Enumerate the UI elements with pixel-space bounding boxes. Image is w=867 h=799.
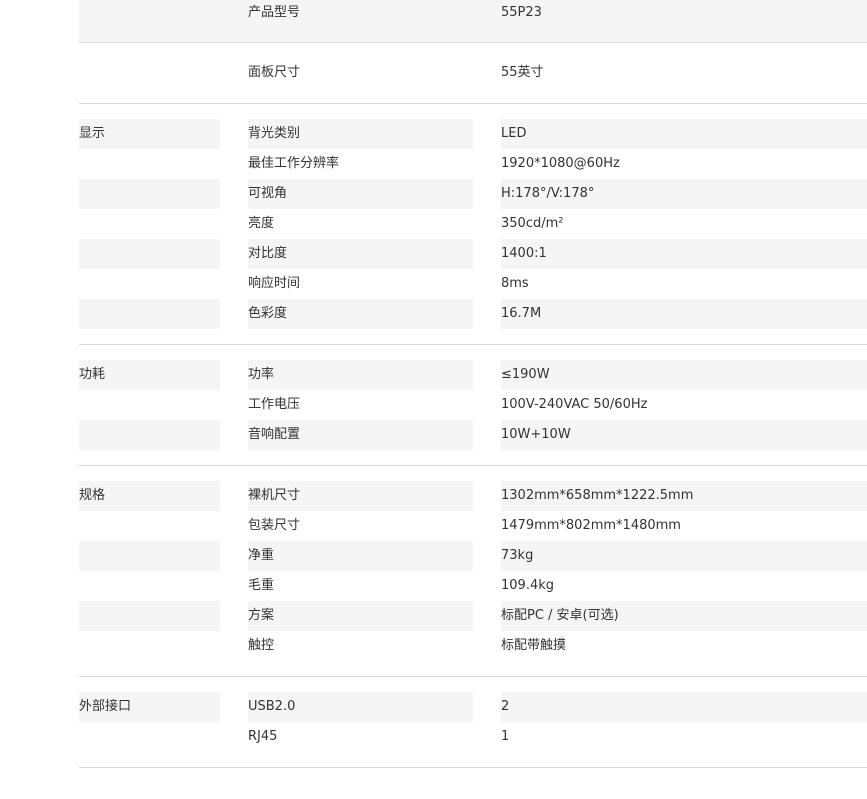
spec-row: 净重 73kg [79,541,867,571]
spec-section-power: 功耗 功率 ≤190W 工作电压 100V-240VAC 50/60Hz 音响配… [79,345,867,466]
spec-section-model: 产品型号 55P23 [79,0,867,43]
spec-section-panel: 面板尺寸 55英寸 [79,43,867,104]
spec-label: 功率 [248,360,473,390]
spec-row: 对比度 1400:1 [79,239,867,269]
spec-category-blank [79,541,220,571]
spec-value: H:178°/V:178° [501,179,867,209]
spec-value: 标配PC / 安卓(可选) [501,601,867,631]
spec-row: 触控 标配带触摸 [79,631,867,661]
spec-row: 包装尺寸 1479mm*802mm*1480mm [79,511,867,541]
spec-row: 毛重 109.4kg [79,571,867,601]
spec-label: 产品型号 [248,5,301,20]
spec-category: 规格 [79,481,220,511]
spec-row: 产品型号 55P23 [79,0,867,42]
spec-row: 音响配置 10W+10W [79,420,867,450]
spec-row: 规格 裸机尺寸 1302mm*658mm*1222.5mm [79,481,867,511]
spec-label: 包装尺寸 [248,518,301,533]
spec-row: 外部接口 USB2.0 2 [79,692,867,722]
spec-label: RJ45 [248,729,278,744]
spec-value: 2 [501,692,867,722]
spec-row: 显示 背光类别 LED [79,119,867,149]
spec-label: 净重 [248,541,473,571]
spec-category-blank [79,299,220,329]
spec-value: 1479mm*802mm*1480mm [501,518,681,533]
spec-label: USB2.0 [248,692,473,722]
spec-category [79,0,220,42]
spec-label: 毛重 [248,578,275,593]
spec-category: 显示 [79,119,220,149]
spec-value: 标配带触摸 [501,638,567,653]
spec-category [79,58,220,88]
spec-row: RJ45 1 [79,722,867,752]
spec-value: 55英寸 [501,65,544,80]
spec-value: 1 [501,729,510,744]
spec-row: 响应时间 8ms [79,269,867,299]
spec-value: ≤190W [501,360,867,390]
spec-category-blank [79,179,220,209]
spec-label: 触控 [248,638,275,653]
spec-label: 响应时间 [248,276,301,291]
spec-row: 最佳工作分辨率 1920*1080@60Hz [79,149,867,179]
spec-label: 对比度 [248,239,473,269]
spec-value: 55P23 [501,5,542,20]
spec-label: 音响配置 [248,420,473,450]
spec-section-ports: 外部接口 USB2.0 2 RJ45 1 [79,677,867,768]
spec-table-page: 产品型号 55P23 面板尺寸 55英寸 显示 背光类别 LED 最佳工作分辨率… [0,0,867,799]
spec-category-blank [79,601,220,631]
spec-category-blank [79,420,220,450]
spec-label: 色彩度 [248,299,473,329]
spec-category: 功耗 [79,360,220,390]
spec-value: 8ms [501,276,529,291]
spec-label: 裸机尺寸 [248,481,473,511]
spec-value: 350cd/m² [501,216,564,231]
spec-row: 色彩度 16.7M [79,299,867,329]
spec-label: 面板尺寸 [248,65,301,80]
spec-value: 1400:1 [501,239,867,269]
spec-value: 16.7M [501,299,867,329]
spec-value: 1920*1080@60Hz [501,156,620,171]
spec-row: 方案 标配PC / 安卓(可选) [79,601,867,631]
spec-label: 可视角 [248,179,473,209]
spec-category: 外部接口 [79,692,220,722]
spec-value: 109.4kg [501,578,554,593]
spec-label: 最佳工作分辨率 [248,156,340,171]
spec-value: 100V-240VAC 50/60Hz [501,397,648,412]
spec-value: 73kg [501,541,867,571]
spec-row: 工作电压 100V-240VAC 50/60Hz [79,390,867,420]
spec-value: LED [501,119,867,149]
spec-value: 1302mm*658mm*1222.5mm [501,481,867,511]
spec-row: 亮度 350cd/m² [79,209,867,239]
spec-label: 背光类别 [248,119,473,149]
spec-row: 可视角 H:178°/V:178° [79,179,867,209]
spec-value: 10W+10W [501,420,867,450]
spec-category-blank [79,239,220,269]
spec-row: 功耗 功率 ≤190W [79,360,867,390]
spec-label: 工作电压 [248,397,301,412]
spec-section-dimensions: 规格 裸机尺寸 1302mm*658mm*1222.5mm 包装尺寸 1479m… [79,466,867,677]
spec-row: 面板尺寸 55英寸 [79,43,867,104]
spec-label: 亮度 [248,216,275,231]
spec-label: 方案 [248,601,473,631]
spec-section-display: 显示 背光类别 LED 最佳工作分辨率 1920*1080@60Hz 可视角 H… [79,104,867,345]
